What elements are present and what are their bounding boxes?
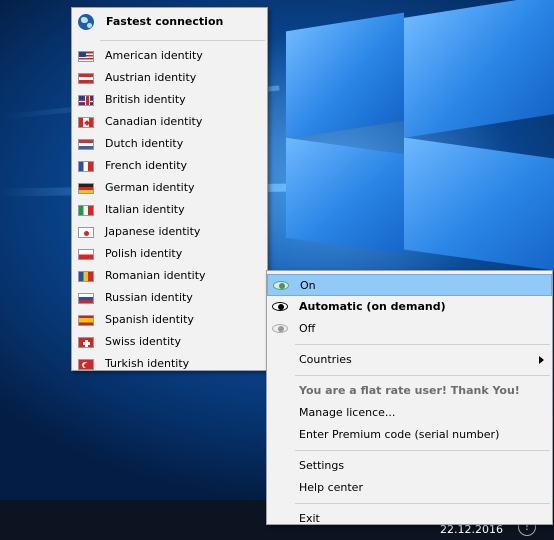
- flag-tr-icon: [78, 359, 94, 370]
- menu-separator: [100, 40, 265, 41]
- menu-separator: [295, 344, 550, 345]
- identity-item-at[interactable]: Austrian identity: [72, 67, 267, 89]
- menu-item-countries-label: Countries: [299, 353, 352, 366]
- identity-item-label: Austrian identity: [105, 71, 197, 84]
- fastest-connection-label: Fastest connection: [106, 15, 224, 28]
- flag-nl-icon: [78, 139, 94, 150]
- flag-pl-icon: [78, 249, 94, 260]
- identity-item-ru[interactable]: Russian identity: [72, 287, 267, 309]
- menu-item-manage-licence[interactable]: Manage licence...: [267, 402, 552, 424]
- identity-item-it[interactable]: Italian identity: [72, 199, 267, 221]
- menu-item-automatic-label: Automatic (on demand): [299, 300, 446, 313]
- flag-it-icon: [78, 205, 94, 216]
- identity-item-us[interactable]: American identity: [72, 45, 267, 67]
- identity-item-label: Russian identity: [105, 291, 193, 304]
- menu-item-settings[interactable]: Settings: [267, 455, 552, 477]
- identity-item-label: American identity: [105, 49, 203, 62]
- menu-separator: [295, 375, 550, 376]
- flag-ro-icon: [78, 271, 94, 282]
- menu-item-on-label: On: [300, 279, 316, 292]
- menu-item-exit[interactable]: Exit: [267, 508, 552, 530]
- identity-item-label: Polish identity: [105, 247, 183, 260]
- identity-item-pl[interactable]: Polish identity: [72, 243, 267, 265]
- flag-fr-icon: [78, 161, 94, 172]
- identity-item-label: Spanish identity: [105, 313, 194, 326]
- fastest-connection-item[interactable]: Fastest connection: [72, 8, 267, 36]
- identity-item-label: German identity: [105, 181, 195, 194]
- identity-item-label: Italian identity: [105, 203, 185, 216]
- identity-item-label: Swiss identity: [105, 335, 181, 348]
- tray-context-menu: On Automatic (on demand) Off Countries Y…: [266, 270, 553, 525]
- menu-item-help-center[interactable]: Help center: [267, 477, 552, 499]
- manage-licence-label: Manage licence...: [299, 406, 396, 419]
- settings-label: Settings: [299, 459, 345, 472]
- menu-item-automatic[interactable]: Automatic (on demand): [267, 296, 552, 318]
- eye-icon: [272, 324, 288, 333]
- identity-item-es[interactable]: Spanish identity: [72, 309, 267, 331]
- identity-item-gb[interactable]: British identity: [72, 89, 267, 111]
- identity-list: American identity Austrian identity Britis…: [72, 45, 267, 375]
- countries-submenu: Fastest connection American identity Aust…: [71, 7, 268, 371]
- identity-item-ca[interactable]: Canadian identity: [72, 111, 267, 133]
- menu-item-on[interactable]: On: [267, 274, 552, 296]
- identity-item-label: British identity: [105, 93, 186, 106]
- identity-item-tr[interactable]: Turkish identity: [72, 353, 267, 375]
- flag-ca-icon: [78, 117, 94, 128]
- flat-rate-label: You are a flat rate user! Thank You!: [299, 384, 520, 397]
- identity-item-de[interactable]: German identity: [72, 177, 267, 199]
- identity-item-label: Japanese identity: [105, 225, 201, 238]
- flag-gb-icon: [78, 95, 94, 106]
- identity-item-ch[interactable]: Swiss identity: [72, 331, 267, 353]
- flag-ch-icon: [78, 337, 94, 348]
- identity-item-label: Romanian identity: [105, 269, 206, 282]
- menu-separator: [295, 450, 550, 451]
- menu-item-off-label: Off: [299, 322, 316, 335]
- help-center-label: Help center: [299, 481, 363, 494]
- identity-item-fr[interactable]: French identity: [72, 155, 267, 177]
- enter-code-label: Enter Premium code (serial number): [299, 428, 500, 441]
- identity-item-label: French identity: [105, 159, 188, 172]
- identity-item-label: Dutch identity: [105, 137, 184, 150]
- window-logo-pane: [404, 0, 554, 138]
- identity-item-label: Canadian identity: [105, 115, 203, 128]
- identity-item-label: Turkish identity: [105, 357, 190, 370]
- flag-at-icon: [78, 73, 94, 84]
- flag-de-icon: [78, 183, 94, 194]
- window-logo-pane: [286, 12, 404, 140]
- flag-es-icon: [78, 315, 94, 326]
- menu-separator: [295, 503, 550, 504]
- identity-item-ro[interactable]: Romanian identity: [72, 265, 267, 287]
- flag-us-icon: [78, 51, 94, 62]
- menu-item-off[interactable]: Off: [267, 318, 552, 340]
- flag-jp-icon: [78, 227, 94, 238]
- menu-item-enter-code[interactable]: Enter Premium code (serial number): [267, 424, 552, 446]
- globe-icon: [78, 14, 94, 30]
- menu-item-flat-rate: You are a flat rate user! Thank You!: [267, 380, 552, 402]
- flag-ru-icon: [78, 293, 94, 304]
- window-logo-pane: [286, 137, 404, 255]
- exit-label: Exit: [299, 512, 320, 525]
- eye-icon: [273, 281, 289, 290]
- submenu-arrow-icon: [539, 356, 544, 364]
- eye-icon: [272, 302, 288, 311]
- menu-item-countries[interactable]: Countries: [267, 349, 552, 371]
- identity-item-jp[interactable]: Japanese identity: [72, 221, 267, 243]
- window-logo-pane: [404, 137, 554, 271]
- identity-item-nl[interactable]: Dutch identity: [72, 133, 267, 155]
